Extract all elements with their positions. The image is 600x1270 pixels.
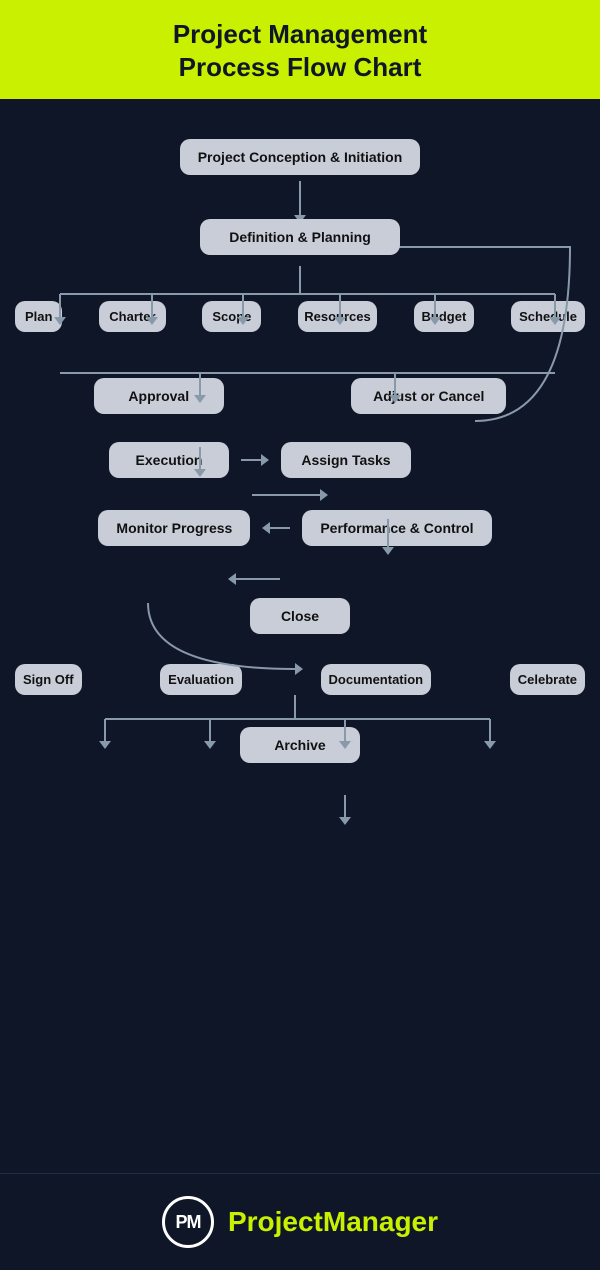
node-resources: Resources xyxy=(298,301,376,332)
node-assign: Assign Tasks xyxy=(281,442,411,478)
node-schedule: Schedule xyxy=(511,301,585,332)
node-approval: Approval xyxy=(94,378,224,414)
node-celebrate: Celebrate xyxy=(510,664,585,695)
node-charter: Charter xyxy=(99,301,165,332)
node-archive: Archive xyxy=(240,727,360,763)
node-monitor: Monitor Progress xyxy=(98,510,250,546)
pm-logo-circle: PM xyxy=(162,1196,214,1248)
node-signoff: Sign Off xyxy=(15,664,82,695)
node-documentation: Documentation xyxy=(321,664,432,695)
node-budget: Budget xyxy=(414,301,475,332)
page-title: Project Management Process Flow Chart xyxy=(20,18,580,83)
page-header: Project Management Process Flow Chart xyxy=(0,0,600,99)
node-execution: Execution xyxy=(109,442,229,478)
node-scope: Scope xyxy=(202,301,261,332)
flowchart-area: Project Conception & Initiation Definiti… xyxy=(0,99,600,1173)
brand-name: ProjectManager xyxy=(228,1206,438,1238)
node-adjust: Adjust or Cancel xyxy=(351,378,506,414)
node-definition: Definition & Planning xyxy=(200,219,400,255)
page-footer: PM ProjectManager xyxy=(0,1173,600,1270)
node-conception: Project Conception & Initiation xyxy=(180,139,421,175)
node-close: Close xyxy=(250,598,350,634)
node-plan: Plan xyxy=(15,301,62,332)
node-performance: Performance & Control xyxy=(302,510,491,546)
node-evaluation: Evaluation xyxy=(160,664,242,695)
